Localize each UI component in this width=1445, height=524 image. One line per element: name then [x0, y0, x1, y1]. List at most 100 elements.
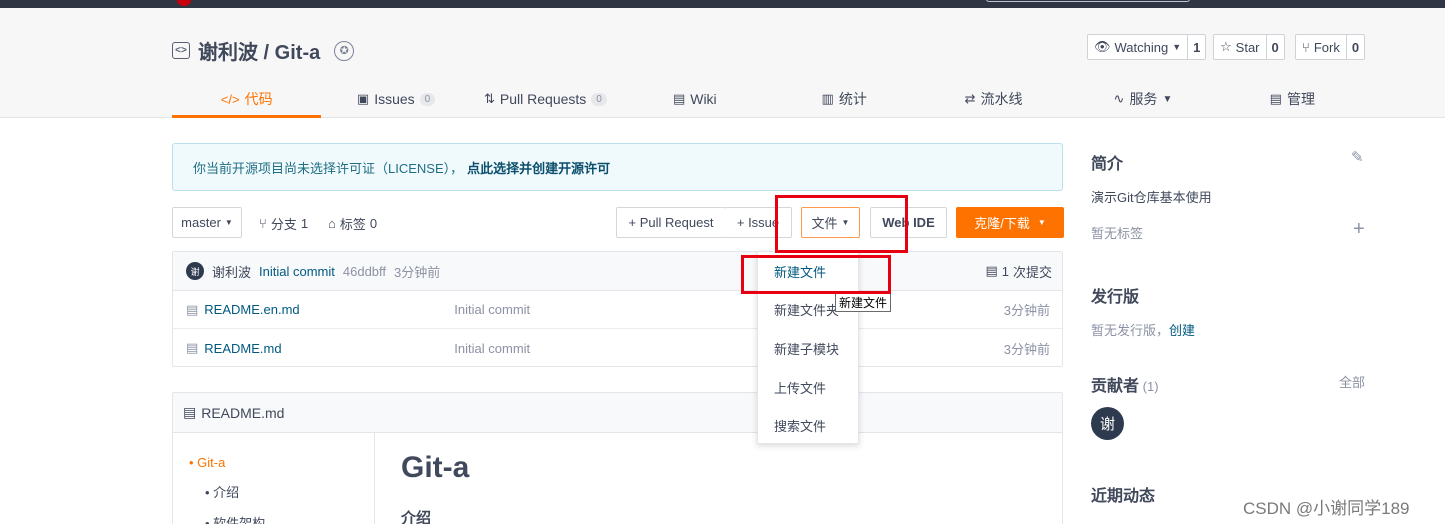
license-text: 你当前开源项目尚未选择许可证（LICENSE）， — [193, 160, 464, 176]
file-name[interactable]: README.en.md — [204, 302, 454, 317]
logo-icon[interactable] — [177, 0, 191, 6]
wiki-icon: ▤ — [672, 91, 686, 106]
repo-tabs: </> 代码 ▣ Issues 0 ⇅ Pull Requests 0 ▤ Wiki ▥ 统计… — [172, 80, 1367, 118]
tab-issues[interactable]: ▣ Issues 0 — [321, 80, 470, 118]
readme-subheading: 介绍 — [401, 510, 432, 524]
repo-icon: <> — [172, 42, 190, 59]
commit-hash[interactable]: 46ddbff — [343, 264, 386, 279]
fork-button[interactable]: ⑂ Fork 0 — [1295, 34, 1366, 60]
service-icon: ∿ — [1113, 91, 1125, 106]
caret-down-icon: ▼ — [1037, 218, 1046, 227]
tab-stats[interactable]: ▥ 统计 — [770, 80, 919, 118]
eye-icon: 👁 — [1094, 39, 1111, 54]
toc-item[interactable]: • 软件架构 — [189, 513, 374, 524]
menu-item-search-file[interactable]: 搜索文件 — [758, 406, 858, 445]
avatar[interactable]: 谢 — [1091, 407, 1124, 440]
code-icon: </> — [220, 91, 240, 107]
file-time: 3分钟前 — [1003, 303, 1050, 318]
annotation-highlight-new-file — [741, 255, 891, 294]
manage-icon: ▤ — [1269, 91, 1282, 106]
tags-link[interactable]: ⌂ 标签 0 — [328, 214, 377, 233]
watch-count[interactable]: 1 — [1187, 35, 1205, 59]
release-title: 发行版 — [1091, 289, 1140, 306]
intro-title: 简介 — [1091, 156, 1124, 173]
tab-wiki[interactable]: ▤ Wiki — [620, 80, 769, 118]
table-row[interactable]: ▤ README.en.md Initial commit 3分钟前 — [173, 291, 1062, 329]
clone-label: 克隆/下载 — [974, 216, 1030, 231]
commits-link[interactable]: ▤ 1 次提交 — [985, 262, 1052, 281]
star-button[interactable]: ☆ Star 0 — [1213, 34, 1285, 60]
issue-label: + Issue — [736, 215, 780, 230]
global-search-input[interactable] — [986, 0, 1190, 2]
fork-label: Fork — [1313, 39, 1340, 55]
tab-manage[interactable]: ▤ 管理 — [1218, 80, 1367, 118]
star-count[interactable]: 0 — [1265, 35, 1284, 59]
readme-panel: ▤ README.md • Git-a • 介绍 • 软件架构 Git-a 介绍 — [172, 392, 1063, 524]
branch-select[interactable]: master ▼ — [172, 207, 242, 238]
tab-pull-requests[interactable]: ⇅ Pull Requests 0 — [471, 80, 620, 118]
latest-commit-bar: 谢 谢利波 Initial commit 46ddbff 3分钟前 ▤ 1 次提… — [173, 252, 1062, 291]
readme-content: Git-a 介绍 — [401, 451, 469, 524]
tab-service[interactable]: ∿ 服务 ▼ — [1068, 80, 1217, 118]
all-contributors-link[interactable]: 全部 — [1339, 372, 1365, 391]
tags-count: 0 — [369, 216, 378, 231]
tab-label: 代码 — [244, 91, 273, 107]
watch-button[interactable]: 👁 Watching ▼ 1 — [1087, 34, 1207, 60]
pull-request-icon: ⇅ — [484, 91, 495, 106]
repo-header: <> 谢利波 / Git-a ✪ 👁 Watching ▼ 1 ☆ Star 0 ⑂ F… — [0, 8, 1445, 118]
branches-label: 分支 — [270, 217, 297, 232]
file-name[interactable]: README.md — [204, 341, 454, 356]
award-badge-icon[interactable]: ✪ — [334, 40, 355, 61]
contributors-title: 贡献者 — [1091, 378, 1140, 395]
branches-count: 1 — [300, 216, 309, 231]
avatar[interactable]: 谢 — [186, 262, 204, 280]
tab-count: 0 — [419, 92, 436, 106]
star-icon: ☆ — [1220, 39, 1232, 54]
tab-count: 0 — [591, 92, 607, 106]
commit-list-icon: ▤ — [985, 263, 998, 278]
contributors-header: 贡献者 (1) — [1091, 372, 1159, 396]
create-release-link[interactable]: 创建 — [1169, 323, 1195, 338]
watch-label: Watching — [1114, 39, 1169, 55]
tab-code[interactable]: </> 代码 — [172, 80, 322, 118]
edit-icon[interactable]: ✎ — [1351, 148, 1364, 166]
top-navbar — [0, 0, 1445, 8]
menu-item-new-submodule[interactable]: 新建子模块 — [758, 329, 858, 368]
contributors-count: (1) — [1142, 379, 1159, 394]
tab-label: Pull Requests — [499, 91, 587, 107]
menu-item-upload-file[interactable]: 上传文件 — [758, 368, 858, 407]
commit-author[interactable]: 谢利波 — [212, 262, 251, 281]
tab-pipeline[interactable]: ⇄ 流水线 — [919, 80, 1068, 118]
clone-download-button[interactable]: 克隆/下载 ▼ — [956, 207, 1064, 238]
activity-title: 近期动态 — [1091, 488, 1156, 505]
toc-label: Git-a — [197, 455, 226, 470]
readme-header: ▤ README.md — [173, 393, 1062, 433]
tab-label: 服务 — [1129, 91, 1158, 107]
toc-item[interactable]: • 介绍 — [189, 482, 374, 501]
license-link[interactable]: 点此选择并创建开源许可 — [467, 158, 610, 177]
branch-icon: ⑂ — [259, 216, 267, 231]
tab-label: 流水线 — [980, 91, 1023, 107]
tags-label: 标签 — [339, 217, 366, 232]
tab-label: 管理 — [1286, 91, 1315, 107]
fork-count[interactable]: 0 — [1345, 35, 1364, 59]
file-commit-message[interactable]: Initial commit — [454, 341, 530, 356]
commit-message[interactable]: Initial commit — [259, 264, 335, 279]
tab-label: 统计 — [838, 91, 867, 107]
readme-heading: Git-a — [401, 451, 470, 484]
add-tag-icon[interactable]: + — [1353, 218, 1365, 241]
readme-icon: ▤ — [183, 404, 197, 420]
file-commit-message[interactable]: Initial commit — [454, 302, 530, 317]
file-time: 3分钟前 — [1003, 341, 1050, 357]
annotation-highlight-file-button — [775, 195, 908, 253]
caret-down-icon: ▼ — [224, 218, 233, 227]
no-release-text: 暂无发行版， — [1091, 323, 1170, 338]
table-row[interactable]: ▤ README.md Initial commit 3分钟前 — [173, 329, 1062, 367]
tab-label: Wiki — [690, 91, 717, 107]
new-pull-request-button[interactable]: + Pull Request — [616, 207, 726, 238]
toc-item[interactable]: • Git-a — [189, 455, 374, 470]
chevron-down-icon: ▼ — [1172, 42, 1182, 52]
branches-link[interactable]: ⑂ 分支 1 — [259, 214, 308, 233]
readme-title: README.md — [201, 404, 285, 421]
repo-name[interactable]: 谢利波 / Git-a — [198, 36, 320, 65]
